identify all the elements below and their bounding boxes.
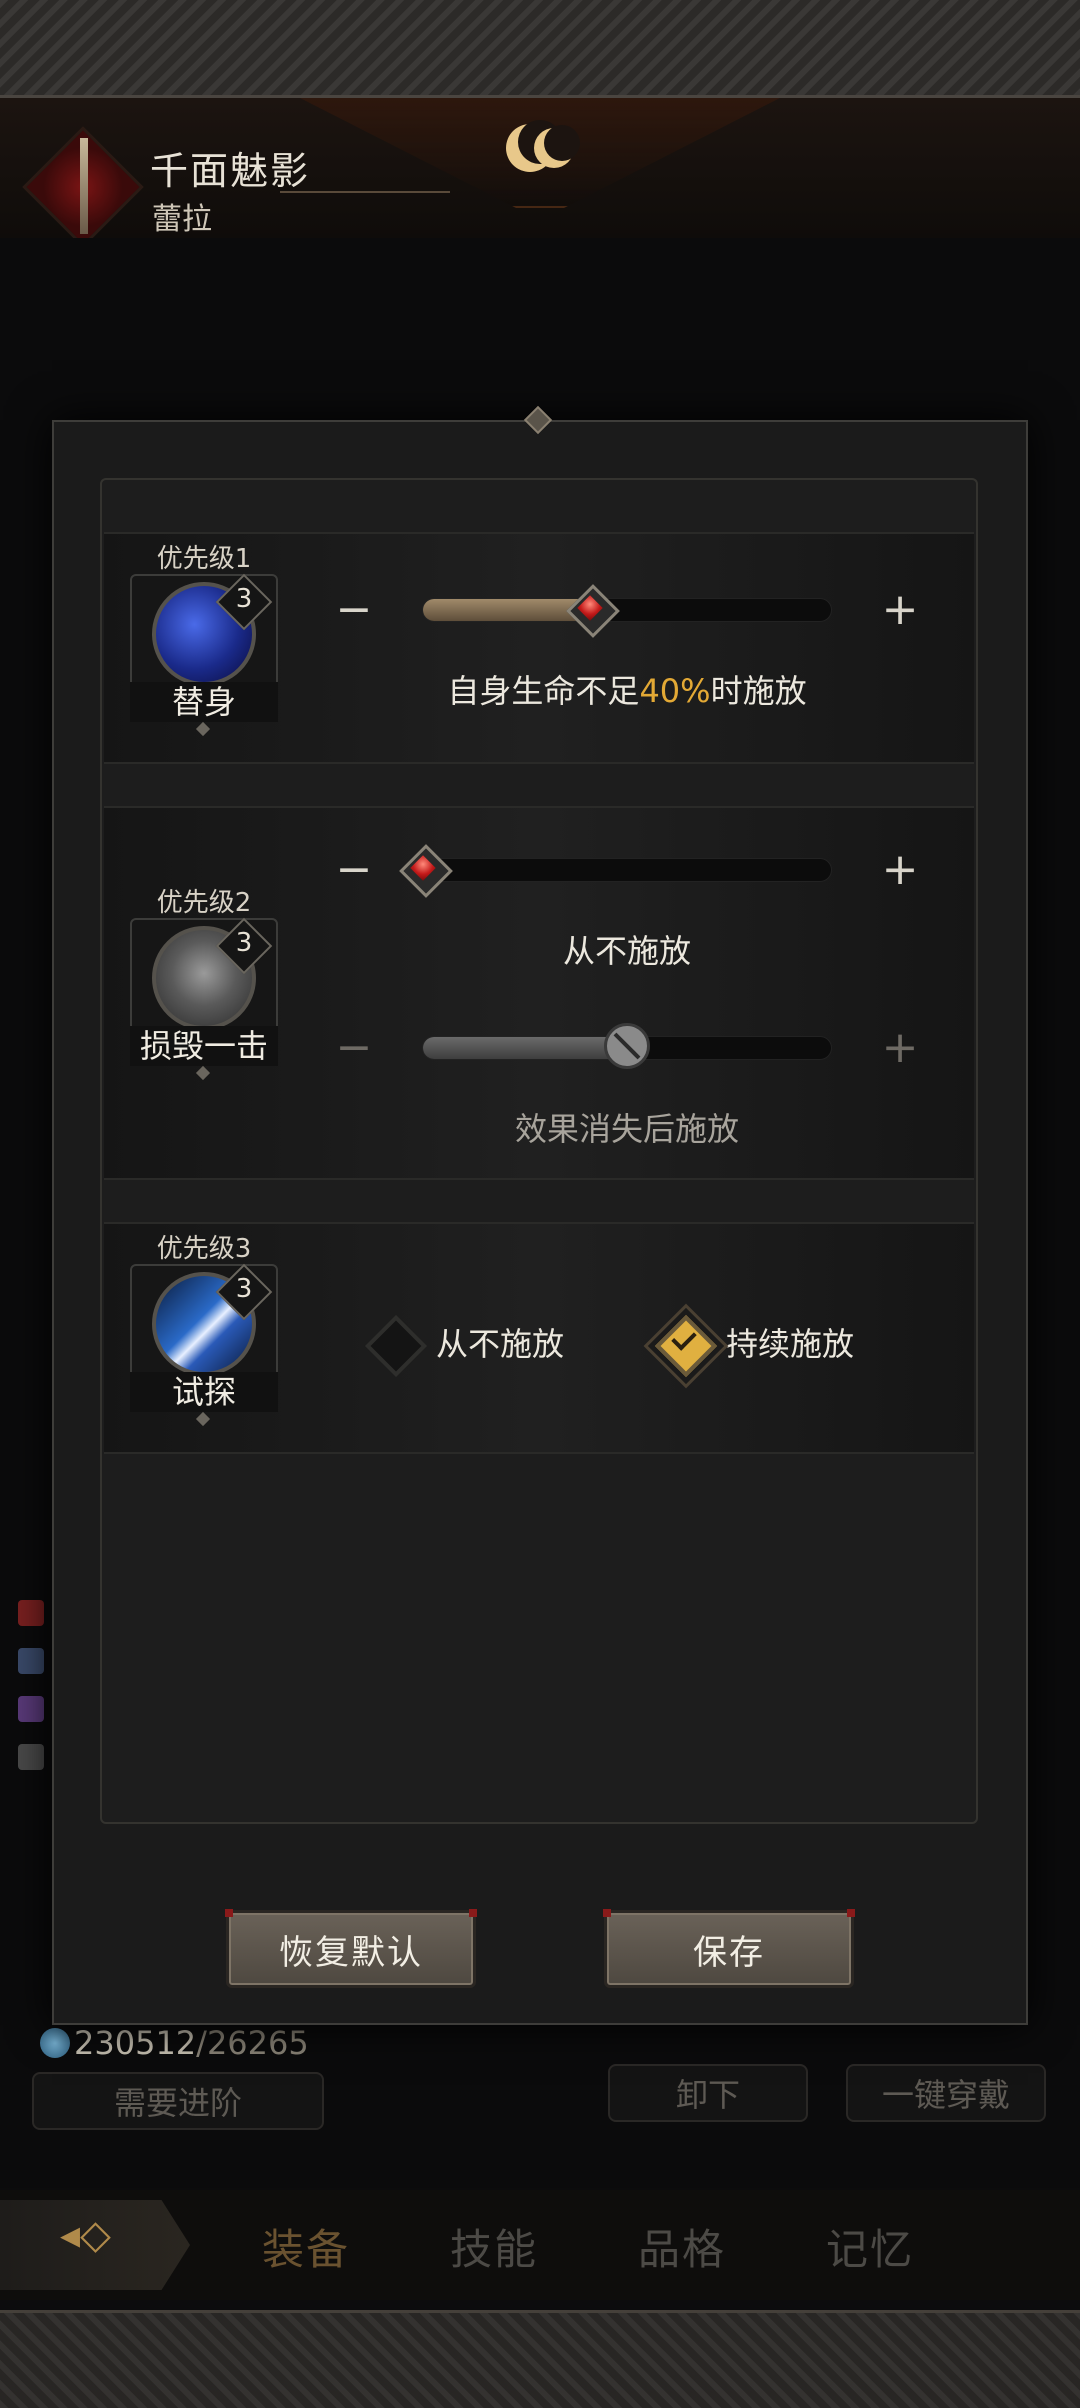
option-label: 从不施放	[436, 1325, 565, 1363]
character-header: 千面魅影 蕾拉	[0, 98, 1080, 248]
sword-icon	[80, 138, 88, 234]
tab-equipment[interactable]: 装备	[262, 2216, 350, 2277]
resource-separator: /	[196, 2024, 207, 2062]
condition-suffix: 时施放	[710, 672, 807, 710]
skill-name: 试探	[130, 1372, 278, 1412]
checked-box-icon[interactable]	[656, 1316, 708, 1368]
priority-row-1: 优先级1 3 替身 − + 自身生命不足40%时施放	[104, 532, 974, 764]
slider-thumb[interactable]	[400, 845, 446, 891]
resource-current: 230512	[74, 2024, 197, 2062]
frame-pip	[195, 1411, 211, 1427]
condition-prefix: 自身生命不足	[447, 672, 640, 710]
priority-row-3: 优先级3 3 试探 从不施放 持续施放	[104, 1222, 974, 1454]
character-title: 千面魅影	[150, 149, 311, 193]
decrease-button: −	[322, 1016, 386, 1080]
priority-row-2: 优先级2 3 损毁一击 − + 从不施放 − + 效果消失后施放	[104, 806, 974, 1180]
equip-all-button[interactable]: 一键穿戴	[846, 2064, 1046, 2122]
bottom-nav: ◂◇ 装备 技能 品格 记忆	[0, 2190, 1080, 2300]
skill-name: 损毁一击	[130, 1026, 278, 1066]
increase-button[interactable]: +	[868, 838, 932, 902]
shield-icon	[18, 1648, 44, 1674]
frame-pip	[195, 1065, 211, 1081]
character-name: 蕾拉	[152, 202, 212, 237]
reset-default-button[interactable]: 恢复默认	[225, 1909, 477, 1988]
skill-level: 3	[235, 584, 253, 614]
increase-button[interactable]: +	[868, 578, 932, 642]
cast-condition-text: 从不施放	[562, 932, 691, 970]
cast-condition-slider[interactable]: − +	[322, 830, 932, 910]
slider-thumb[interactable]	[567, 585, 613, 631]
priority-label: 优先级1	[156, 544, 252, 574]
priority-label: 优先级2	[156, 888, 252, 918]
crystal-icon	[40, 2028, 70, 2058]
health-icon	[18, 1600, 44, 1626]
advance-button[interactable]: 需要进阶	[32, 2072, 324, 2130]
priority-label: 优先级3	[156, 1234, 252, 1264]
cast-threshold-slider[interactable]: − +	[322, 570, 932, 650]
resource-counter: 230512/26265	[40, 2024, 309, 2062]
resource-required: 26265	[206, 2024, 309, 2062]
title-divider	[280, 191, 450, 193]
bottom-frame	[0, 2310, 1080, 2408]
unequip-button[interactable]: 卸下	[608, 2064, 808, 2122]
slider-track	[422, 1023, 832, 1069]
effect-condition-slider: − +	[322, 1008, 932, 1088]
increase-button: +	[868, 1016, 932, 1080]
slider-track[interactable]	[422, 858, 832, 882]
cast-condition-text: 自身生命不足40%时施放	[322, 666, 932, 712]
skill-level: 3	[235, 928, 253, 958]
slider-track[interactable]	[422, 598, 832, 622]
slider-fill	[423, 1037, 627, 1059]
tab-traits[interactable]: 品格	[638, 2216, 726, 2277]
skill-name: 替身	[130, 682, 278, 722]
skill-level: 3	[235, 1274, 253, 1304]
top-frame	[0, 0, 1080, 98]
back-arrow-icon: ◂◇	[60, 2212, 111, 2258]
option-label: 持续施放	[726, 1325, 855, 1363]
tab-skills[interactable]: 技能	[450, 2216, 538, 2277]
decrease-button[interactable]: −	[322, 838, 386, 902]
tab-memory[interactable]: 记忆	[826, 2216, 914, 2277]
crescent-moon-icon	[506, 120, 580, 172]
condition-threshold: 40%	[639, 672, 711, 710]
spiral-icon	[18, 1696, 44, 1722]
frame-pip	[195, 721, 211, 737]
effect-condition-text: 效果消失后施放	[514, 1110, 739, 1148]
decrease-button[interactable]: −	[322, 578, 386, 642]
unchecked-box-icon[interactable]	[366, 1316, 418, 1368]
swords-icon	[18, 1744, 44, 1770]
save-button[interactable]: 保存	[603, 1909, 855, 1988]
option-always-cast[interactable]: 持续施放	[656, 1312, 854, 1372]
option-never-cast[interactable]: 从不施放	[366, 1312, 564, 1372]
disabled-thumb-icon	[604, 1023, 650, 1069]
